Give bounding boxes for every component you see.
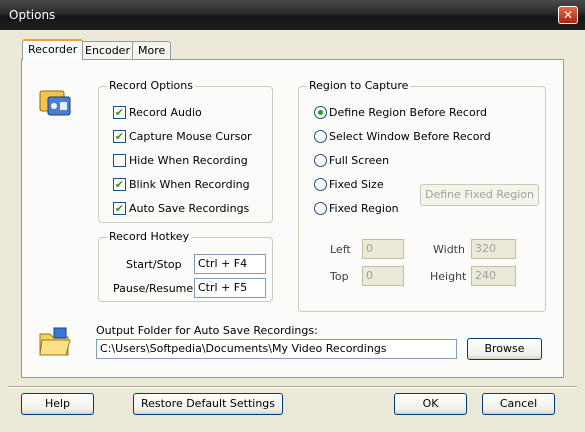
fixed-region-radio[interactable] [314, 202, 327, 215]
blink-when-recording-label[interactable]: Blink When Recording [129, 178, 250, 191]
width-label: Width [433, 243, 465, 256]
define-region-label[interactable]: Define Region Before Record [329, 106, 487, 119]
height-label: Height [430, 270, 467, 283]
record-hotkey-legend: Record Hotkey [107, 230, 192, 243]
options-dialog: Options ✕ Recorder Encoder More Record O… [0, 0, 585, 432]
recorder-icon [39, 90, 71, 116]
pause-resume-label: Pause/Resume: [113, 282, 197, 295]
left-input[interactable]: 0 [362, 239, 404, 259]
auto-save-recordings-label[interactable]: Auto Save Recordings [129, 202, 249, 215]
full-screen-label[interactable]: Full Screen [329, 154, 389, 167]
start-stop-label: Start/Stop [126, 258, 182, 271]
cancel-button[interactable]: Cancel [482, 393, 555, 415]
region-to-capture-legend: Region to Capture [307, 79, 411, 92]
close-button[interactable]: ✕ [558, 6, 578, 24]
record-hotkey-group: Record Hotkey Start/Stop Ctrl + F4 Pause… [98, 230, 273, 302]
region-to-capture-group: Region to Capture Define Region Before R… [298, 79, 546, 312]
window-title: Options [9, 8, 56, 22]
restore-defaults-button[interactable]: Restore Default Settings [133, 393, 283, 415]
recorder-tab-panel: Record Options ✔ Record Audio ✔ Capture … [21, 59, 564, 378]
select-window-radio[interactable] [314, 130, 327, 143]
auto-save-recordings-checkbox[interactable]: ✔ [113, 202, 126, 215]
fixed-region-label[interactable]: Fixed Region [329, 202, 399, 215]
select-window-label[interactable]: Select Window Before Record [329, 130, 491, 143]
folder-icon [39, 327, 71, 356]
define-fixed-region-button[interactable]: Define Fixed Region [420, 184, 539, 206]
top-label: Top [330, 270, 349, 283]
title-bar[interactable]: Options ✕ [0, 0, 585, 30]
record-audio-checkbox[interactable]: ✔ [113, 106, 126, 119]
capture-mouse-cursor-label[interactable]: Capture Mouse Cursor [129, 130, 252, 143]
hide-when-recording-checkbox[interactable] [113, 154, 126, 167]
define-region-radio[interactable] [314, 106, 327, 119]
hide-when-recording-label[interactable]: Hide When Recording [129, 154, 248, 167]
tab-recorder[interactable]: Recorder [22, 39, 84, 60]
height-input[interactable]: 240 [471, 266, 516, 286]
width-input[interactable]: 320 [471, 239, 516, 259]
blink-when-recording-checkbox[interactable]: ✔ [113, 178, 126, 191]
start-stop-hotkey-input[interactable]: Ctrl + F4 [194, 254, 266, 274]
output-folder-label: Output Folder for Auto Save Recordings: [96, 324, 318, 337]
fixed-size-radio[interactable] [314, 178, 327, 191]
left-label: Left [330, 243, 351, 256]
tab-more[interactable]: More [132, 41, 172, 59]
full-screen-radio[interactable] [314, 154, 327, 167]
ok-button[interactable]: OK [394, 393, 467, 415]
pause-resume-hotkey-input[interactable]: Ctrl + F5 [194, 278, 266, 298]
fixed-size-label[interactable]: Fixed Size [329, 178, 384, 191]
capture-mouse-cursor-checkbox[interactable]: ✔ [113, 130, 126, 143]
footer-separator [8, 386, 577, 388]
help-button[interactable]: Help [21, 393, 94, 415]
output-folder-input[interactable]: C:\Users\Softpedia\Documents\My Video Re… [96, 339, 457, 359]
top-input[interactable]: 0 [362, 266, 404, 286]
record-audio-label[interactable]: Record Audio [129, 106, 202, 119]
record-options-group: Record Options ✔ Record Audio ✔ Capture … [98, 79, 273, 223]
browse-button[interactable]: Browse [467, 338, 542, 360]
record-options-legend: Record Options [107, 79, 195, 92]
tab-encoder[interactable]: Encoder [79, 41, 136, 59]
